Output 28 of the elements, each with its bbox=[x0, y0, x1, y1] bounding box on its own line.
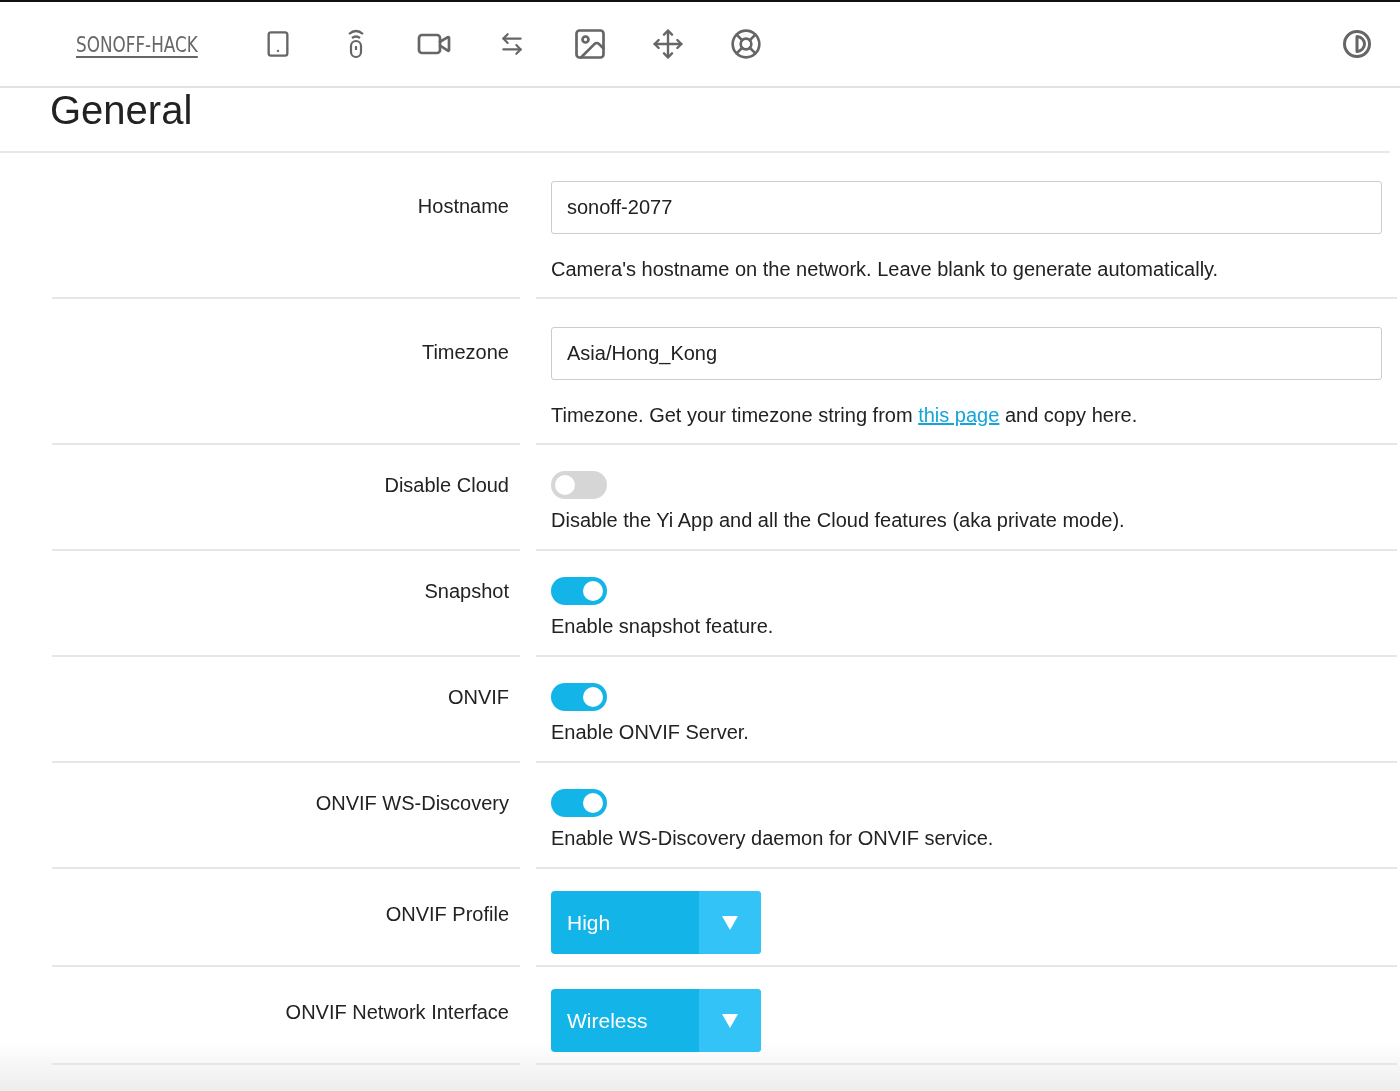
page-link[interactable]: this page bbox=[918, 404, 1000, 426]
help-text: Enable ONVIF Server. bbox=[551, 721, 750, 744]
toggle-switch[interactable] bbox=[551, 577, 607, 605]
help-text: Enable WS-Discovery daemon for ONVIF service. bbox=[551, 827, 995, 850]
lifebuoy-icon[interactable] bbox=[730, 28, 763, 60]
help-text: Camera's hostname on the network. Leave blank to generate automatically. bbox=[551, 258, 1220, 281]
field-label: ONVIF bbox=[447, 686, 509, 709]
caret-icon bbox=[722, 915, 738, 930]
field-label: ONVIF Profile bbox=[385, 903, 509, 926]
text-field[interactable]: Asia/Hong_Kong bbox=[551, 327, 1382, 380]
move-arrows-icon[interactable] bbox=[652, 28, 685, 60]
field-label: Disable Cloud bbox=[384, 474, 509, 497]
field-label: Hostname bbox=[417, 195, 509, 218]
text-field[interactable]: sonoff-2077 bbox=[551, 181, 1382, 234]
toggle-switch[interactable] bbox=[551, 683, 607, 711]
help-text: Disable the Yi App and all the Cloud features (aka private mode). bbox=[551, 509, 1126, 532]
field-label: ONVIF WS-Discovery bbox=[315, 792, 509, 815]
field-label: Snapshot bbox=[424, 580, 509, 603]
field-label: Timezone bbox=[421, 341, 509, 364]
field-label: ONVIF Network Interface bbox=[285, 1001, 509, 1024]
contrast-icon[interactable] bbox=[1342, 29, 1372, 59]
toggle-switch[interactable] bbox=[551, 471, 607, 499]
toggle-switch[interactable] bbox=[551, 789, 607, 817]
help-text: Timezone. Get your timezone string from this page and copy here. bbox=[551, 404, 1139, 427]
page-title: General bbox=[0, 88, 1390, 153]
caret-icon bbox=[722, 1013, 738, 1028]
help-text: Enable snapshot feature. bbox=[551, 615, 775, 638]
brand-link[interactable]: SONOFF-HACK bbox=[76, 31, 198, 57]
